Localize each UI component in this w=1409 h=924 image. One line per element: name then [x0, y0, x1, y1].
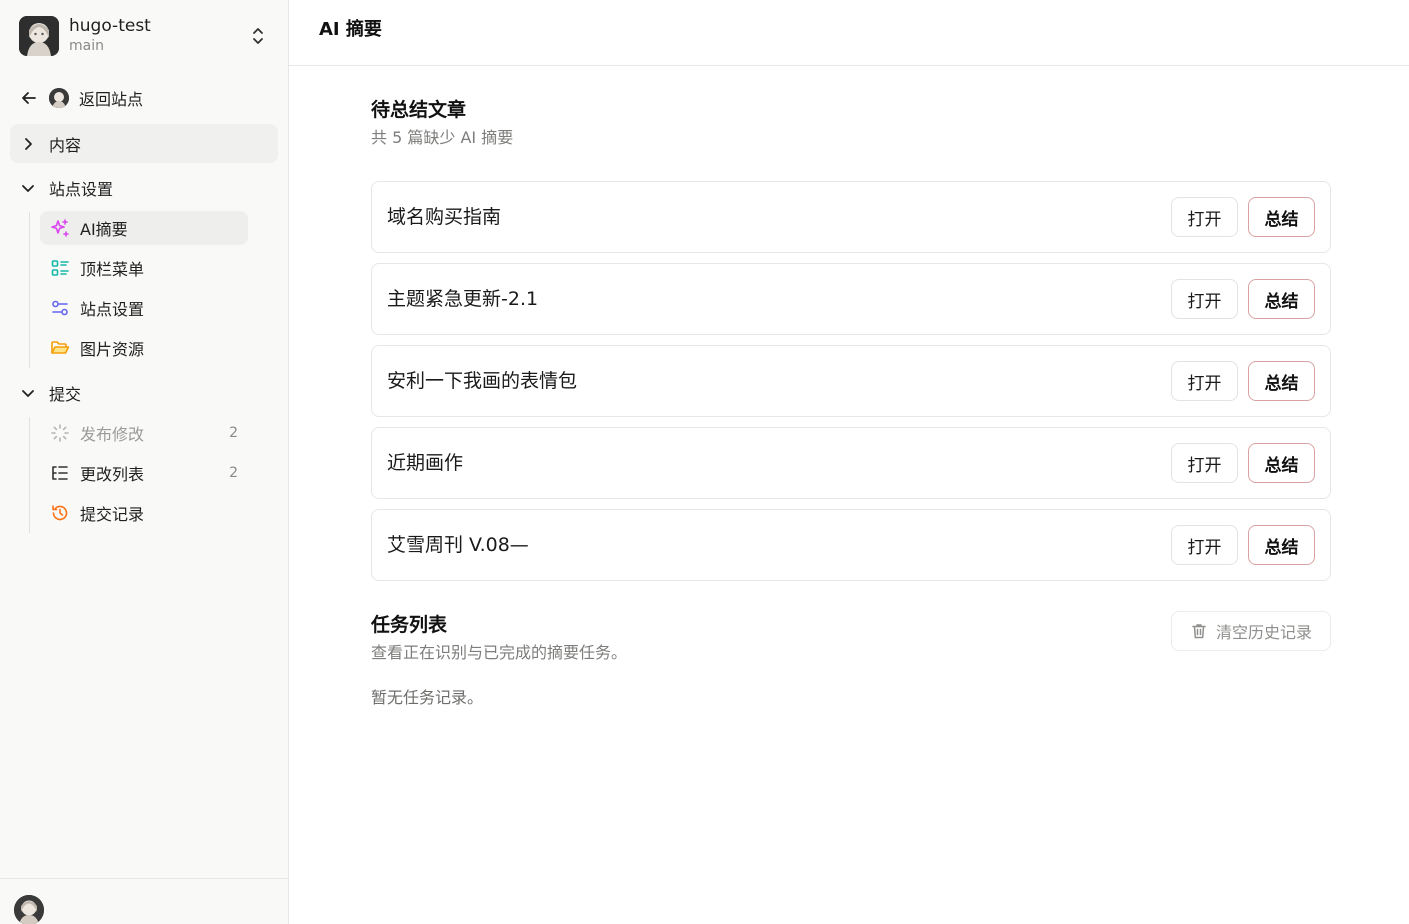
layout-list-icon — [50, 258, 70, 278]
main-content: AI 摘要 待总结文章 共 5 篇缺少 AI 摘要 域名购买指南 打开 总结 主… — [289, 0, 1409, 924]
sidebar-item-change-list[interactable]: 更改列表 2 — [40, 456, 248, 490]
open-article-button[interactable]: 打开 — [1171, 197, 1238, 237]
summarize-article-button[interactable]: 总结 — [1248, 443, 1315, 483]
sidebar-item-publish[interactable]: 发布修改 2 — [40, 416, 248, 450]
article-title: 域名购买指南 — [387, 206, 502, 228]
sidebar-item-top-menu[interactable]: 顶栏菜单 — [40, 251, 248, 285]
clear-history-button[interactable]: 清空历史记录 — [1171, 611, 1331, 651]
chevron-down-icon — [22, 185, 34, 192]
tree-guide-line — [29, 417, 30, 533]
article-card: 近期画作 打开 总结 — [371, 427, 1331, 499]
sidebar-item-image-assets-label: 图片资源 — [80, 340, 145, 359]
arrow-left-icon — [22, 92, 36, 104]
article-card: 域名购买指南 打开 总结 — [371, 181, 1331, 253]
sidebar-item-image-assets[interactable]: 图片资源 — [40, 331, 248, 365]
sidebar-item-change-list-label: 更改列表 — [80, 465, 145, 484]
chevron-right-icon — [25, 137, 32, 150]
sidebar: hugo-test main 返回站点 内容 站点设置 AI摘要 顶栏菜单 站点… — [0, 0, 289, 924]
repo-avatar — [19, 16, 59, 56]
tasks-empty-message: 暂无任务记录。 — [371, 688, 484, 707]
sidebar-item-content-label: 内容 — [49, 135, 82, 155]
article-title: 艾雪周刊 V.08— — [387, 534, 529, 556]
list-tree-icon — [50, 463, 70, 483]
page-title: AI 摘要 — [319, 19, 382, 40]
sidebar-item-site-settings-label: 站点设置 — [80, 300, 145, 319]
article-title: 主题紧急更新-2.1 — [387, 288, 539, 310]
open-article-button[interactable]: 打开 — [1171, 279, 1238, 319]
user-avatar[interactable] — [14, 895, 44, 924]
chevrons-up-down-icon[interactable] — [249, 26, 267, 46]
sidebar-item-top-menu-label: 顶栏菜单 — [80, 260, 145, 279]
topbar: AI 摘要 — [289, 0, 1409, 66]
tasks-section-subtitle: 查看正在识别与已完成的摘要任务。 — [371, 643, 628, 662]
article-title: 安利一下我画的表情包 — [387, 370, 578, 392]
pending-section-title: 待总结文章 — [371, 99, 467, 121]
folder-open-icon — [50, 338, 70, 358]
publish-count-badge: 2 — [229, 425, 238, 441]
back-to-site-label: 返回站点 — [79, 90, 144, 109]
repo-switcher[interactable]: hugo-test main — [19, 16, 271, 56]
summarize-article-button[interactable]: 总结 — [1248, 279, 1315, 319]
sidebar-group-submit[interactable]: 提交 — [20, 373, 278, 413]
sidebar-item-content[interactable]: 内容 — [10, 124, 278, 163]
sidebar-item-ai-summary[interactable]: AI摘要 — [40, 211, 248, 245]
site-avatar — [49, 88, 69, 108]
repo-branch: main — [69, 38, 104, 54]
summarize-article-button[interactable]: 总结 — [1248, 525, 1315, 565]
sidebar-item-ai-summary-label: AI摘要 — [80, 220, 128, 239]
repo-name: hugo-test — [69, 16, 151, 36]
sidebar-group-site-settings[interactable]: 站点设置 — [20, 168, 278, 208]
chevron-down-icon — [22, 390, 34, 397]
tasks-section-title: 任务列表 — [371, 614, 448, 636]
sidebar-item-publish-label: 发布修改 — [80, 425, 145, 444]
sidebar-item-commit-history[interactable]: 提交记录 — [40, 496, 248, 530]
sidebar-group-site-settings-label: 站点设置 — [49, 180, 114, 199]
tree-guide-line — [29, 212, 30, 368]
change-list-count-badge: 2 — [229, 465, 238, 481]
sparkles-icon — [50, 218, 70, 238]
open-article-button[interactable]: 打开 — [1171, 443, 1238, 483]
summarize-article-button[interactable]: 总结 — [1248, 361, 1315, 401]
loader-icon — [50, 423, 70, 443]
sidebar-item-commit-history-label: 提交记录 — [80, 505, 145, 524]
clear-history-label: 清空历史记录 — [1215, 623, 1312, 642]
summarize-article-button[interactable]: 总结 — [1248, 197, 1315, 237]
pending-section-subtitle: 共 5 篇缺少 AI 摘要 — [371, 128, 514, 147]
article-card: 安利一下我画的表情包 打开 总结 — [371, 345, 1331, 417]
trash-icon — [1192, 624, 1206, 639]
open-article-button[interactable]: 打开 — [1171, 525, 1238, 565]
user-footer — [0, 878, 289, 924]
sidebar-item-site-settings[interactable]: 站点设置 — [40, 291, 248, 325]
article-card: 主题紧急更新-2.1 打开 总结 — [371, 263, 1331, 335]
open-article-button[interactable]: 打开 — [1171, 361, 1238, 401]
history-icon — [50, 503, 70, 523]
back-to-site-link[interactable]: 返回站点 — [20, 78, 278, 118]
article-card: 艾雪周刊 V.08— 打开 总结 — [371, 509, 1331, 581]
sidebar-group-submit-label: 提交 — [49, 385, 82, 404]
sliders-icon — [50, 298, 70, 318]
article-title: 近期画作 — [387, 452, 464, 474]
app-root: hugo-test main 返回站点 内容 站点设置 AI摘要 顶栏菜单 站点… — [0, 0, 1409, 924]
